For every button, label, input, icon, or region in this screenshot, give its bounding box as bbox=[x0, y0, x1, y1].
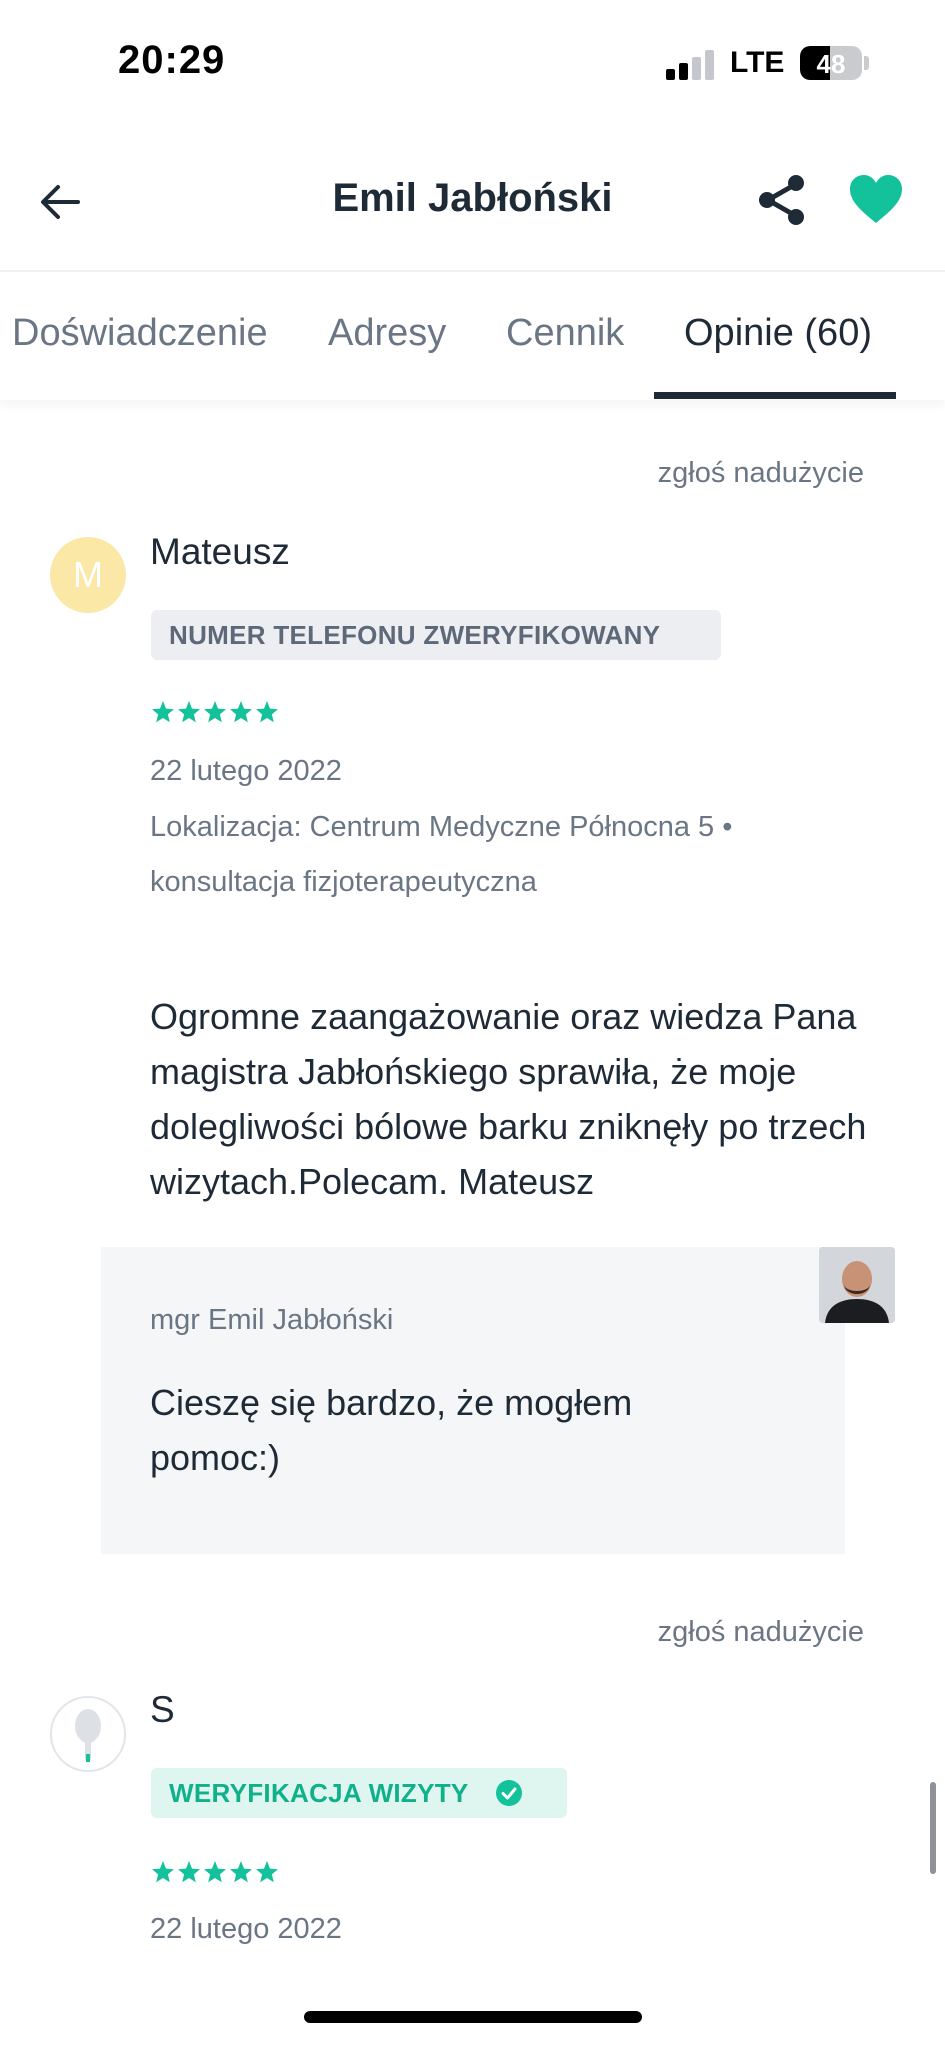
tab-reviews[interactable]: Opinie (60) bbox=[684, 312, 872, 355]
visit-verified-badge: WERYFIKACJA WIZYTY bbox=[151, 1768, 567, 1818]
battery-level: 48 bbox=[816, 49, 846, 79]
review-date: 22 lutego 2022 bbox=[150, 1913, 342, 1945]
status-time: 20:29 bbox=[118, 38, 226, 82]
report-abuse-link[interactable]: zgłoś nadużycie bbox=[658, 1616, 864, 1649]
status-bar: 20:29 LTE 48 bbox=[0, 0, 945, 120]
active-tab-indicator bbox=[654, 392, 896, 399]
check-circle-icon bbox=[495, 1780, 522, 1806]
badge-label: NUMER TELEFONU ZWERYFIKOWANY bbox=[169, 619, 661, 650]
phone-verified-badge: NUMER TELEFONU ZWERYFIKOWANY bbox=[151, 610, 721, 660]
star-icon bbox=[204, 1861, 226, 1883]
star-icon bbox=[256, 701, 278, 723]
star-icon bbox=[152, 1861, 174, 1883]
reply-text: Cieszę się bardzo, że mogłem pomoc:) bbox=[150, 1382, 633, 1478]
reply-author: mgr Emil Jabłoński bbox=[150, 1304, 394, 1336]
top-app-bar: Emil Jabłoński bbox=[0, 140, 945, 272]
scrollbar[interactable] bbox=[930, 1782, 936, 1874]
report-abuse-link[interactable]: zgłoś nadużycie bbox=[658, 457, 864, 490]
tab-experience[interactable]: Doświadczenie bbox=[12, 312, 268, 355]
user-placeholder-icon bbox=[75, 1709, 101, 1762]
review-text: Ogromne zaangażowanie oraz wiedza Pana m… bbox=[150, 996, 867, 1202]
star-rating bbox=[151, 700, 279, 724]
favorite-button[interactable] bbox=[846, 170, 906, 230]
star-icon bbox=[230, 701, 252, 723]
review-location: Lokalizacja: Centrum Medyczne Północna 5… bbox=[150, 811, 733, 843]
avatar bbox=[50, 1696, 126, 1772]
star-rating bbox=[151, 1860, 279, 1884]
tab-bar: Doświadczenie Adresy Cennik Opinie (60) bbox=[0, 272, 945, 400]
badge-label: WERYFIKACJA WIZYTY bbox=[169, 1777, 469, 1808]
doctor-photo-image bbox=[819, 1247, 895, 1323]
review-author: S bbox=[150, 1689, 175, 1730]
doctor-photo bbox=[819, 1247, 895, 1323]
avatar-initial: M bbox=[73, 554, 103, 595]
tab-addresses[interactable]: Adresy bbox=[328, 312, 446, 355]
battery-cap bbox=[864, 56, 869, 70]
star-icon bbox=[204, 701, 226, 723]
star-icon bbox=[152, 701, 174, 723]
star-icon bbox=[178, 701, 200, 723]
signal-icon bbox=[666, 50, 714, 80]
network-label: LTE bbox=[730, 46, 785, 79]
star-icon bbox=[230, 1861, 252, 1883]
avatar: M bbox=[50, 537, 126, 613]
battery-icon: 48 bbox=[800, 46, 862, 80]
review-date: 22 lutego 2022 bbox=[150, 755, 342, 787]
tab-prices[interactable]: Cennik bbox=[506, 312, 624, 355]
review-author: Mateusz bbox=[150, 531, 290, 572]
share-button[interactable] bbox=[752, 170, 812, 230]
star-icon bbox=[178, 1861, 200, 1883]
share-icon bbox=[759, 175, 804, 225]
review-service: konsultacja fizjoterapeutyczna bbox=[150, 866, 537, 898]
home-indicator[interactable] bbox=[304, 2011, 642, 2023]
star-icon bbox=[256, 1861, 278, 1883]
doctor-reply: mgr Emil Jabłoński Cieszę się bardzo, że… bbox=[101, 1247, 845, 1554]
heart-icon bbox=[850, 175, 902, 223]
